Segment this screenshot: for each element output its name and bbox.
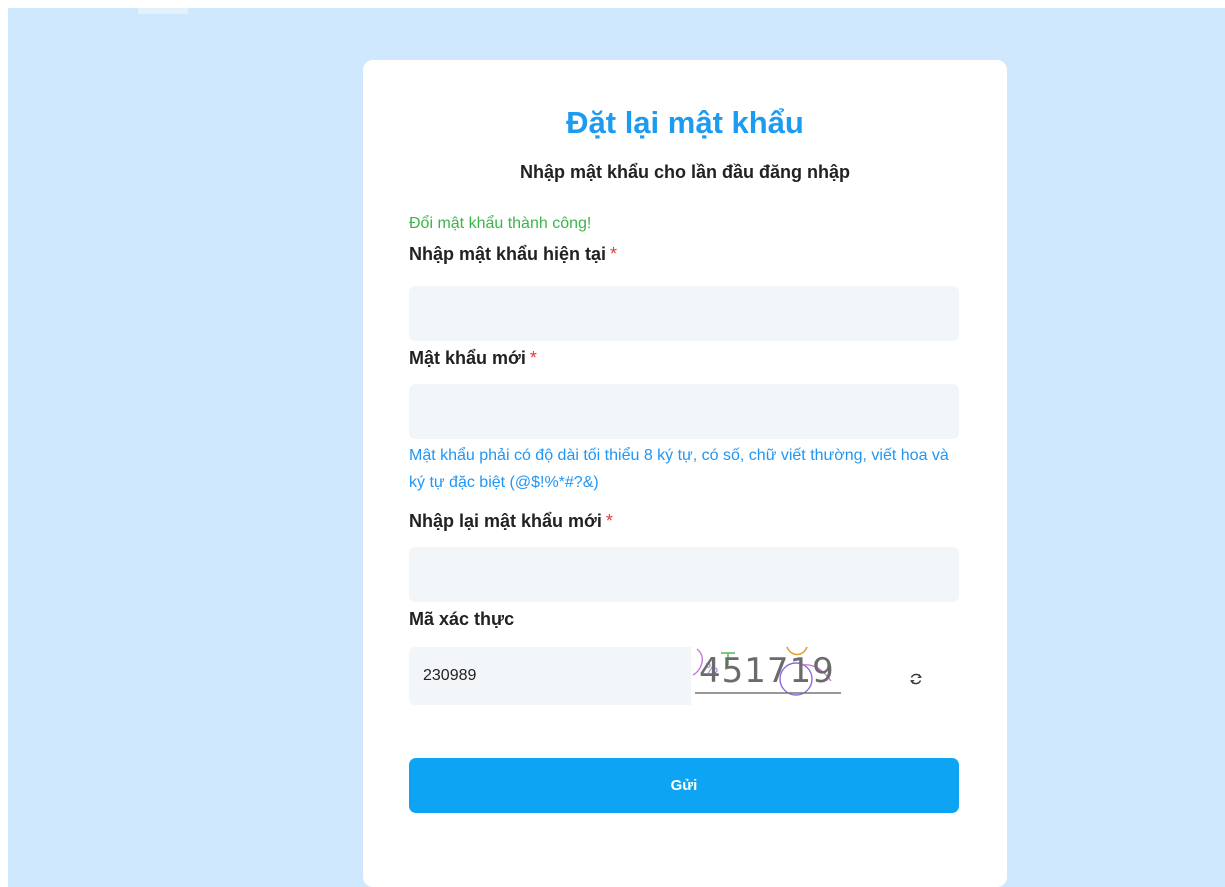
confirm-password-label: Nhập lại mật khẩu mới *: [409, 511, 613, 532]
captcha-code: 451719: [699, 651, 835, 691]
required-mark: *: [529, 348, 537, 368]
required-mark: *: [610, 244, 618, 264]
password-requirements-hint: Mật khẩu phải có độ dài tối thiểu 8 ký t…: [409, 447, 949, 491]
confirm-password-input[interactable]: [409, 547, 959, 602]
page-title: Đặt lại mật khẩu: [566, 105, 804, 140]
page-subtitle: Nhập mật khẩu cho lần đầu đăng nhập: [519, 162, 851, 182]
success-message: Đổi mật khẩu thành công!: [409, 215, 592, 232]
captcha-image: % 451719: [691, 643, 843, 703]
captcha-label: Mã xác thực: [409, 609, 515, 629]
current-password-label: Nhập mật khẩu hiện tại *: [409, 244, 617, 265]
refresh-captcha-button[interactable]: [909, 672, 923, 686]
top-tab-fragment: [138, 8, 188, 14]
page-background: Đặt lại mật khẩu Nhập mật khẩu cho lần đ…: [8, 8, 1225, 887]
new-password-input[interactable]: [409, 384, 959, 439]
new-password-label: Mật khẩu mới *: [409, 348, 537, 369]
required-mark: *: [605, 511, 613, 531]
refresh-icon: [910, 673, 922, 685]
current-password-input[interactable]: [409, 286, 959, 341]
new-password-label-text: Mật khẩu mới: [409, 348, 526, 368]
submit-button[interactable]: Gửi: [409, 758, 959, 813]
confirm-password-label-text: Nhập lại mật khẩu mới: [409, 511, 602, 531]
reset-password-card: Đặt lại mật khẩu Nhập mật khẩu cho lần đ…: [363, 60, 1007, 887]
captcha-input[interactable]: [409, 647, 691, 705]
current-password-label-text: Nhập mật khẩu hiện tại: [409, 244, 607, 264]
